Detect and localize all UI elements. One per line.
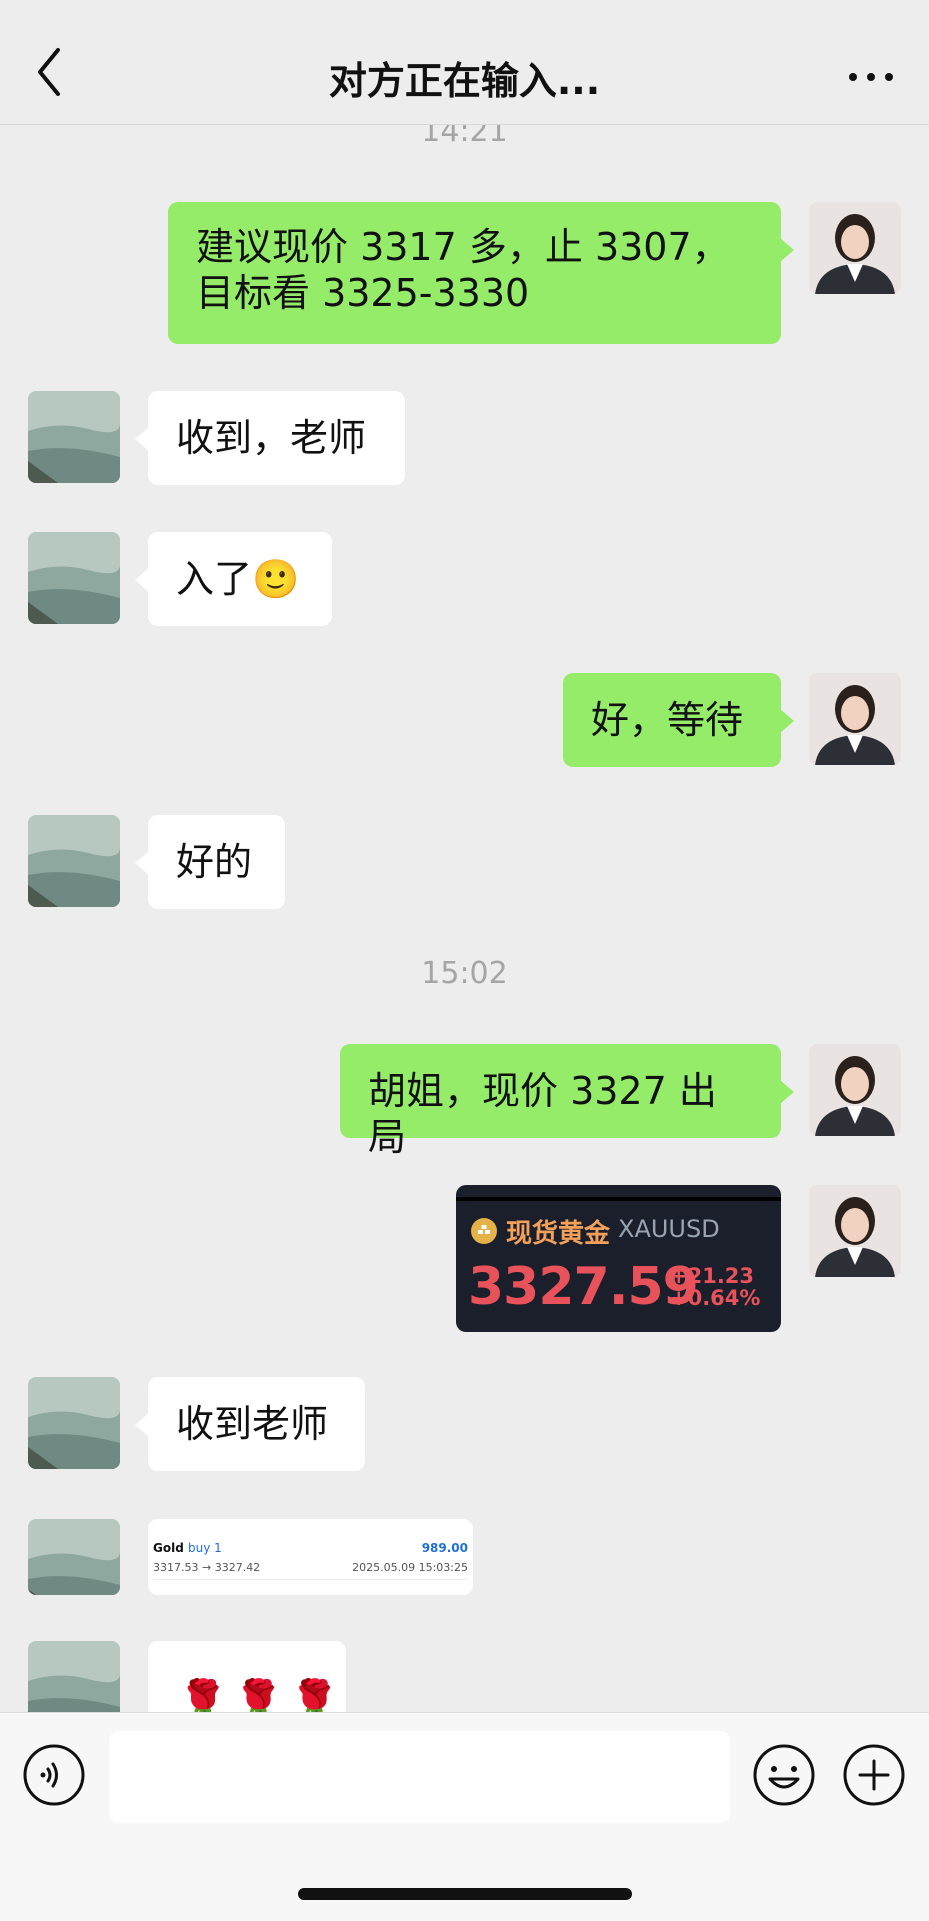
chat-title: 对方正在输入...	[328, 59, 601, 103]
avatar-self[interactable]	[809, 1044, 901, 1136]
avatar-self[interactable]	[809, 673, 901, 765]
divider	[456, 1197, 781, 1201]
message-bubble-other[interactable]: 收到老师	[135, 1377, 365, 1471]
avatar-other[interactable]	[28, 815, 120, 907]
price-value: 3327.59	[468, 1257, 699, 1317]
emoji-icon[interactable]	[752, 1743, 816, 1807]
voice-icon[interactable]	[22, 1743, 86, 1807]
timestamp: 14:21	[421, 124, 508, 149]
change-value: +21.23	[670, 1264, 755, 1288]
avatar-other[interactable]	[28, 1519, 120, 1595]
more-icon[interactable]	[841, 62, 901, 92]
message-bubble-self[interactable]: 胡姐，现价 3327 出局	[340, 1044, 794, 1159]
gold-price-image[interactable]: 现货黄金 XAUUSD 3327.59 +21.23 +0.64%	[456, 1185, 781, 1332]
trade-profit: 989.00	[421, 1541, 468, 1555]
message-list[interactable]: 14:21 建议现价 3317 多，止 3307，目标看 3325-3330 收…	[0, 124, 929, 1712]
input-bar	[0, 1712, 929, 1921]
chat-header: 对方正在输入...	[0, 0, 929, 125]
change-percent: +0.64%	[670, 1286, 761, 1310]
message-bubble-other[interactable]: 入了🙂	[135, 532, 332, 626]
trade-datetime: 2025.05.09 15:03:25	[352, 1561, 468, 1574]
home-indicator[interactable]	[298, 1888, 632, 1900]
message-bubble-other[interactable]: 🌹🌹🌹	[148, 1641, 346, 1712]
price-change: +21.23 +0.64%	[670, 1265, 760, 1309]
divider	[153, 1579, 468, 1580]
message-bubble-other[interactable]: 收到，老师	[135, 391, 405, 485]
message-bubble-self[interactable]: 好，等待	[563, 673, 794, 767]
trade-prices: 3317.53 → 3327.42	[153, 1561, 261, 1574]
plus-icon[interactable]	[842, 1743, 906, 1807]
avatar-other[interactable]	[28, 391, 120, 483]
avatar-other[interactable]	[28, 1641, 120, 1712]
instrument-symbol: XAUUSD	[618, 1215, 720, 1243]
avatar-self[interactable]	[809, 202, 901, 294]
message-bubble-other[interactable]: 好的	[135, 815, 285, 909]
avatar-other[interactable]	[28, 1377, 120, 1469]
instrument-name: 现货黄金	[506, 1219, 611, 1249]
avatar-self[interactable]	[809, 1185, 901, 1277]
timestamp: 15:02	[421, 956, 508, 991]
avatar-other[interactable]	[28, 532, 120, 624]
message-input[interactable]	[109, 1731, 730, 1823]
message-bubble-self[interactable]: 建议现价 3317 多，止 3307，目标看 3325-3330	[168, 202, 794, 344]
trade-instrument: Gold	[153, 1541, 184, 1555]
trade-action: buy 1	[187, 1541, 222, 1555]
trade-record-image[interactable]: Gold buy 1 989.00 3317.53 → 3327.42 2025…	[148, 1519, 473, 1595]
gold-coin-icon	[471, 1218, 497, 1244]
trade-title: Gold buy 1	[153, 1541, 222, 1555]
rose-emoji-text: 🌹🌹🌹	[178, 1678, 346, 1712]
